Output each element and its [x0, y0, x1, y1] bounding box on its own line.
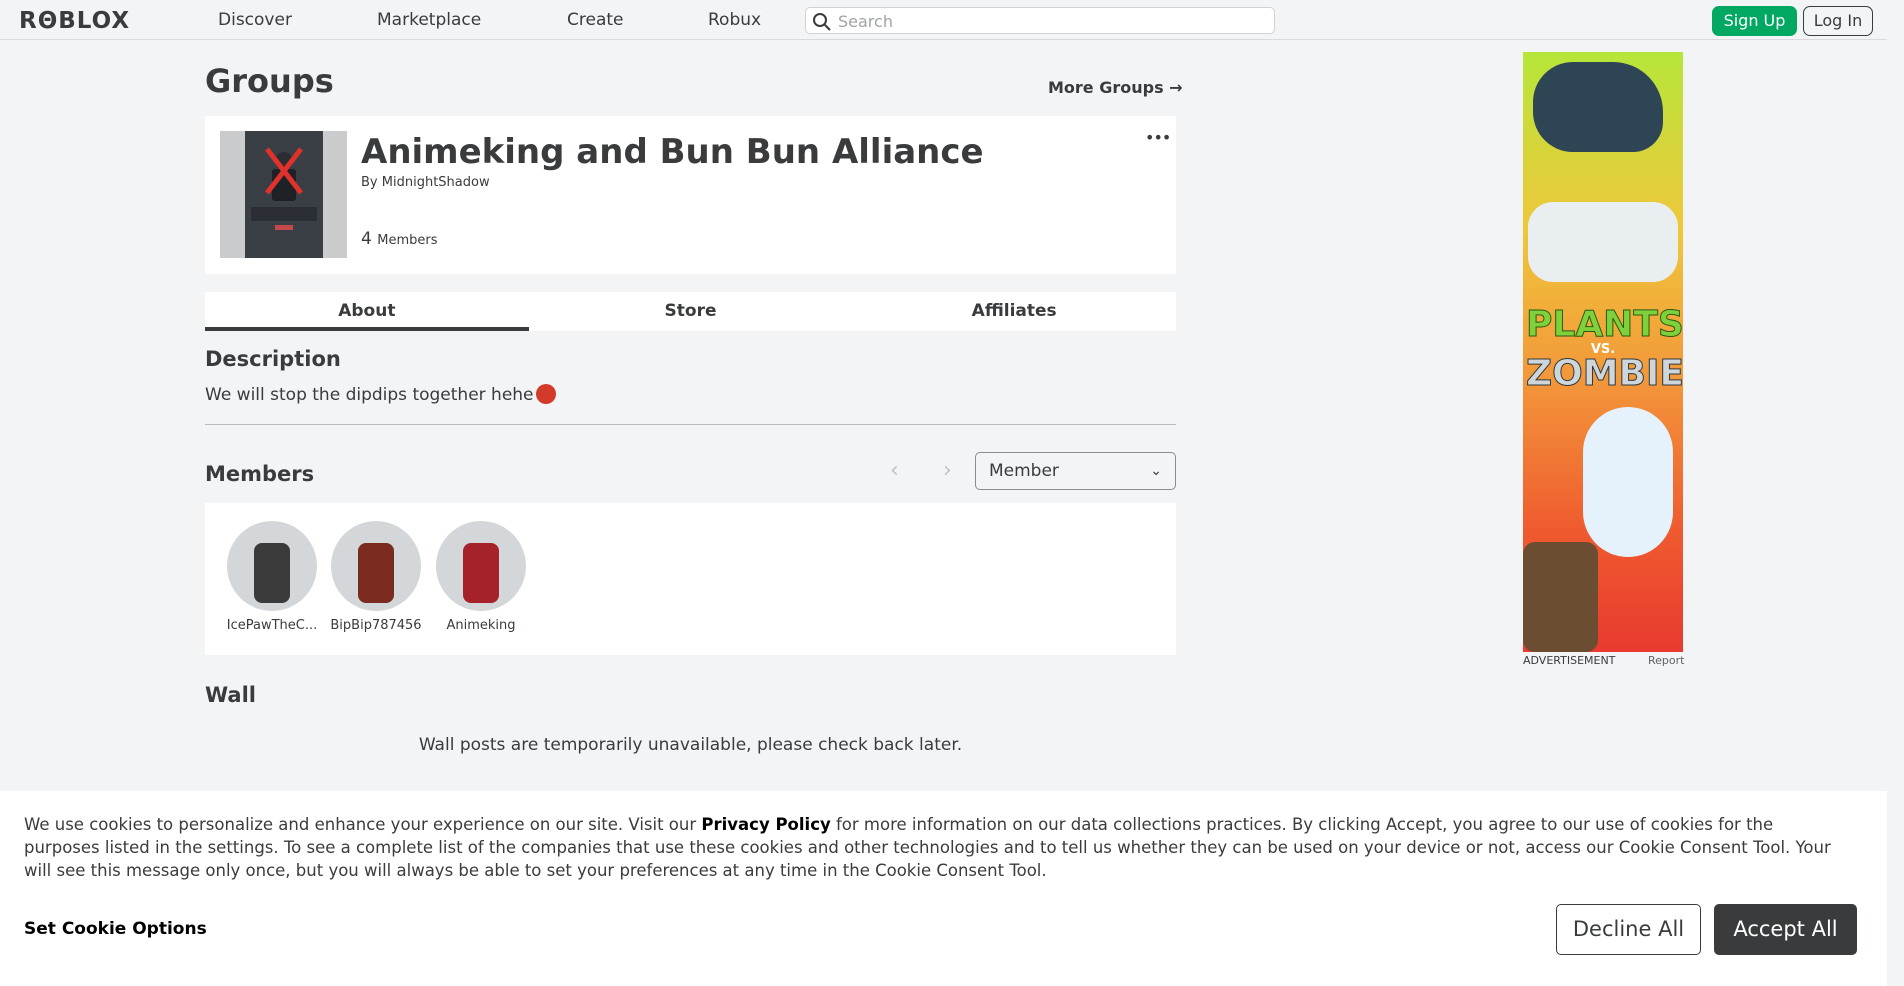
avatar[interactable]	[331, 521, 421, 611]
cookie-text: We use cookies to personalize and enhanc…	[24, 813, 1844, 882]
group-header-card: Animeking and Bun Bun Alliance By Midnig…	[205, 116, 1176, 274]
privacy-policy-link[interactable]: Privacy Policy	[701, 815, 830, 834]
advertisement-banner[interactable]: PLANTS VS. ZOMBIES	[1523, 52, 1683, 652]
devil-emoji-icon	[535, 384, 556, 404]
group-emblem-image	[245, 131, 323, 258]
ad-title: PLANTS VS. ZOMBIES	[1526, 304, 1684, 394]
nav-robux[interactable]: Robux	[708, 10, 761, 30]
login-button[interactable]: Log In	[1803, 6, 1873, 36]
decline-all-button[interactable]: Decline All	[1556, 904, 1701, 955]
ad-toilet-graphic	[1583, 407, 1673, 557]
emblem-graphic	[245, 131, 323, 258]
avatar-figure	[358, 543, 394, 603]
role-select-value: Member	[989, 461, 1059, 481]
prev-page-icon[interactable]: ‹	[890, 458, 899, 483]
ad-label: ADVERTISEMENT	[1523, 654, 1616, 667]
tab-about[interactable]: About	[205, 292, 529, 331]
members-list: IcePawTheC... BipBip787456 Animeking	[205, 503, 1176, 655]
accept-all-button[interactable]: Accept All	[1714, 904, 1857, 955]
member-item[interactable]: BipBip787456	[326, 521, 426, 633]
divider	[205, 424, 1176, 425]
ad-report-link[interactable]: Report	[1648, 654, 1684, 667]
wall-message: Wall posts are temporarily unavailable, …	[418, 735, 963, 755]
more-groups-link[interactable]: More Groups →	[1048, 78, 1183, 97]
by-label: By	[361, 175, 378, 190]
nav-marketplace[interactable]: Marketplace	[377, 10, 481, 30]
more-options-icon[interactable]: •••	[1145, 128, 1171, 147]
nav-discover[interactable]: Discover	[218, 10, 292, 30]
avatar-figure	[254, 543, 290, 603]
tab-store[interactable]: Store	[529, 292, 853, 331]
description-heading: Description	[205, 347, 341, 371]
avatar-figure	[463, 543, 499, 603]
nav-create[interactable]: Create	[567, 10, 624, 30]
member-count: 4 Members	[361, 229, 437, 249]
tab-affiliates[interactable]: Affiliates	[852, 292, 1176, 331]
next-page-icon[interactable]: ›	[943, 458, 952, 483]
member-name[interactable]: BipBip787456	[326, 618, 426, 633]
members-heading: Members	[205, 462, 315, 486]
ad-title-line3: ZOMBIES	[1526, 353, 1684, 394]
page-title: Groups	[205, 62, 334, 100]
member-item[interactable]: Animeking	[431, 521, 531, 633]
avatar[interactable]	[227, 521, 317, 611]
ad-vehicle-graphic	[1528, 202, 1678, 282]
wall-heading: Wall	[205, 683, 256, 707]
ad-camera-graphic	[1533, 62, 1663, 152]
cookie-banner: We use cookies to personalize and enhanc…	[0, 791, 1887, 986]
chevron-down-icon: ⌄	[1150, 463, 1162, 479]
group-emblem	[220, 131, 347, 258]
group-name: Animeking and Bun Bun Alliance	[361, 132, 984, 172]
roblox-logo[interactable]: RΘBLOX	[19, 8, 130, 34]
search-box	[805, 7, 1275, 34]
description-text-container: We will stop the dipdips together hehe	[205, 384, 556, 405]
member-count-label: Members	[377, 233, 438, 248]
group-owner-link[interactable]: MidnightShadow	[382, 175, 490, 190]
member-count-value: 4	[361, 229, 372, 249]
role-select[interactable]: Member ⌄	[975, 452, 1176, 490]
search-icon	[813, 13, 831, 31]
member-name[interactable]: IcePawTheC...	[222, 618, 322, 633]
group-tabs: About Store Affiliates	[205, 292, 1176, 331]
cookie-text-before: We use cookies to personalize and enhanc…	[24, 815, 702, 834]
member-item[interactable]: IcePawTheC...	[222, 521, 322, 633]
description-text: We will stop the dipdips together hehe	[205, 385, 534, 405]
top-navigation: RΘBLOX Discover Marketplace Create Robux…	[0, 0, 1887, 40]
group-owner-line: By MidnightShadow	[361, 175, 490, 190]
search-input[interactable]	[838, 10, 1268, 32]
set-cookie-options-link[interactable]: Set Cookie Options	[24, 919, 207, 939]
signup-button[interactable]: Sign Up	[1712, 6, 1797, 36]
ad-title-line1: PLANTS	[1526, 304, 1684, 345]
ad-barrel-graphic	[1523, 542, 1598, 652]
avatar[interactable]	[436, 521, 526, 611]
member-name[interactable]: Animeking	[431, 618, 531, 633]
